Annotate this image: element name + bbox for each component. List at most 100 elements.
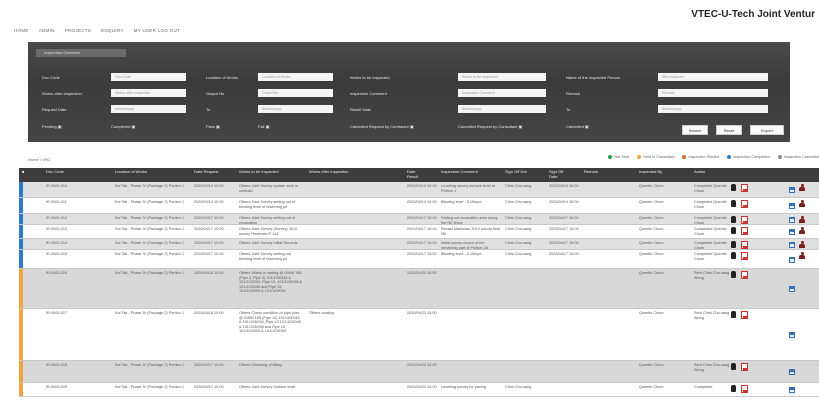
cell-status: Completed Quentin Chum	[694, 227, 727, 236]
user-icon[interactable]	[731, 271, 736, 278]
pdf-icon[interactable]	[741, 241, 748, 249]
inspection-comment-input[interactable]: Inspection Comment	[458, 89, 546, 97]
table-row[interactable]: IR-0000-010 Kai Tak - Phase IV (Package 2…	[19, 182, 819, 198]
calendar-icon[interactable]	[789, 332, 795, 338]
cancelled-consultant-checkbox[interactable]: Cancelled Request by Consultant ▣	[458, 124, 522, 129]
request-date-input[interactable]: dd/mm/yyyy	[111, 105, 186, 113]
cell-inspection-comment: Recast Manholes 3010 survey field Mh	[441, 227, 501, 236]
result-date-input[interactable]: dd/mm/yyyy	[458, 105, 546, 113]
col-inspected-by[interactable]: Inspected By	[639, 169, 662, 175]
user-icon[interactable]	[731, 385, 736, 392]
cell-inspection-comment: Blinding level - 5.15mpd	[441, 200, 482, 204]
nav-home[interactable]: HOME	[14, 28, 29, 33]
person-icon[interactable]	[799, 200, 805, 207]
location-input[interactable]: Location of Works	[258, 73, 333, 81]
pdf-icon[interactable]	[741, 252, 748, 260]
pdf-icon[interactable]	[741, 385, 748, 393]
nav-projects[interactable]: PROJECTS	[65, 28, 91, 33]
col-date-result[interactable]: Date Result	[407, 169, 425, 179]
inspector-input[interactable]: Site Inspector	[658, 73, 768, 81]
completed-checkbox[interactable]: Completed ▣	[111, 124, 135, 129]
person-icon[interactable]	[799, 184, 805, 191]
pass-checkbox[interactable]: Pass ▣	[206, 124, 220, 129]
search-panel-tab[interactable]: Inspection Overview	[36, 49, 126, 57]
calendar-icon[interactable]	[789, 286, 795, 292]
row-status-bar	[19, 309, 23, 360]
person-icon[interactable]	[799, 241, 805, 248]
col-date-request[interactable]: Date Request	[194, 169, 218, 175]
person-icon[interactable]	[799, 252, 805, 259]
user-icon[interactable]	[731, 227, 736, 234]
table-row[interactable]: IR-0000-016 Kai Tak - Phase IV (Package 2…	[19, 269, 819, 309]
works-after-input[interactable]: Works after inspection	[111, 89, 186, 97]
works-inspected-input[interactable]: Works to be inspected	[458, 73, 546, 81]
search-button[interactable]: Search	[682, 125, 708, 135]
calendar-icon[interactable]	[789, 256, 795, 263]
calendar-icon[interactable]	[789, 203, 795, 209]
legend-item: Inspection Started	[682, 155, 719, 159]
pdf-icon[interactable]	[741, 200, 748, 208]
user-icon[interactable]	[731, 311, 736, 318]
table-row[interactable]: IR-0000-014 Kai Tak - Phase IV (Package 2…	[19, 239, 819, 250]
cell-doc-code: IR-0000-017	[46, 311, 68, 315]
cancelled-checkbox[interactable]: Cancelled ▣	[566, 124, 589, 129]
person-icon[interactable]	[799, 227, 805, 234]
col-remark[interactable]: Remark	[584, 169, 598, 175]
table-row[interactable]: IR-0000-011 Kai Tak - Phase IV (Package 2…	[19, 198, 819, 214]
col-doc-code[interactable]: Doc Code	[46, 169, 64, 175]
col-location[interactable]: Location of Works	[115, 169, 147, 175]
calendar-icon[interactable]	[789, 241, 795, 248]
calendar-icon[interactable]	[789, 387, 795, 393]
calendar-icon[interactable]	[789, 187, 795, 193]
reset-button[interactable]: Reset	[716, 125, 742, 135]
user-icon[interactable]	[731, 252, 736, 259]
table-row[interactable]: IR-0000-019 Kai Tak - Phase IV (Package 2…	[19, 383, 819, 397]
cell-date-result: 2020/04/17 10:00	[407, 227, 437, 231]
user-icon[interactable]	[731, 363, 736, 370]
pending-checkbox[interactable]: Pending ▣	[42, 124, 62, 129]
table-row[interactable]: IR-0000-012 Kai Tak - Phase IV (Package 2…	[19, 214, 819, 225]
col-works-after[interactable]: Works after inspection	[309, 169, 349, 175]
cell-works-inspected: Others Joint Survey setting out blinding…	[239, 252, 291, 261]
user-icon[interactable]	[731, 241, 736, 248]
user-icon[interactable]	[731, 216, 736, 223]
cancelled-contractor-checkbox[interactable]: Cancelled Request by Contractor ▣	[350, 124, 414, 129]
pdf-icon[interactable]	[741, 311, 748, 319]
cell-status: Sent Chris Chu-sang Wong	[694, 311, 730, 320]
cell-sign-off-date: 2020/04/17 15:00	[549, 241, 579, 245]
col-inspection-comment[interactable]: Inspection Comment	[441, 169, 478, 175]
col-sign-off-date[interactable]: Sign Off Date	[549, 169, 571, 179]
cell-inspected-by: Quentin Chum	[639, 216, 664, 220]
remark-input[interactable]: Remark	[658, 89, 768, 97]
legend-item: Inspection Completed	[727, 155, 770, 159]
cell-inspected-by: Quentin Chum	[639, 385, 664, 389]
pdf-icon[interactable]	[741, 227, 748, 235]
pdf-icon[interactable]	[741, 363, 748, 371]
export-button[interactable]: Export	[750, 125, 784, 135]
to-date-input-2[interactable]: dd/mm/yyyy	[658, 105, 768, 113]
nav-enquiry[interactable]: ENQUIRY	[101, 28, 124, 33]
to-date-input-1[interactable]: dd/mm/yyyy	[258, 105, 333, 113]
calendar-icon[interactable]	[789, 216, 795, 223]
user-icon[interactable]	[731, 184, 736, 191]
col-sign-off[interactable]: Sign Off Dat	[505, 169, 527, 175]
pdf-icon[interactable]	[741, 216, 748, 224]
table-row[interactable]: IR-0000-018 Kai Tak - Phase IV (Package 2…	[19, 361, 819, 383]
table-row[interactable]: IR-0000-017 Kai Tak - Phase IV (Package 2…	[19, 309, 819, 361]
doc-code-input[interactable]: Doc Code	[111, 73, 186, 81]
person-icon[interactable]	[799, 216, 805, 223]
pdf-icon[interactable]	[741, 271, 748, 279]
nav-admin[interactable]: ADMIN	[39, 28, 55, 33]
output-no-input[interactable]: Output No	[258, 89, 333, 97]
col-works-inspected[interactable]: Works to be inspected	[239, 169, 279, 175]
cell-works-inspected: Others Joint Survey setting out of excav…	[239, 216, 296, 225]
pdf-icon[interactable]	[741, 184, 748, 192]
table-row[interactable]: IR-0000-013 Kai Tak - Phase IV (Package 2…	[19, 225, 819, 239]
table-row[interactable]: IR-0000-015 Kai Tak - Phase IV (Package 2…	[19, 250, 819, 269]
user-icon[interactable]	[731, 200, 736, 207]
fail-checkbox[interactable]: Fail ▣	[258, 124, 269, 129]
calendar-icon[interactable]	[789, 229, 795, 235]
col-action[interactable]: Action	[694, 169, 705, 175]
calendar-icon[interactable]	[789, 369, 795, 375]
nav-user-logout[interactable]: MY USER LOG OUT	[134, 28, 180, 33]
